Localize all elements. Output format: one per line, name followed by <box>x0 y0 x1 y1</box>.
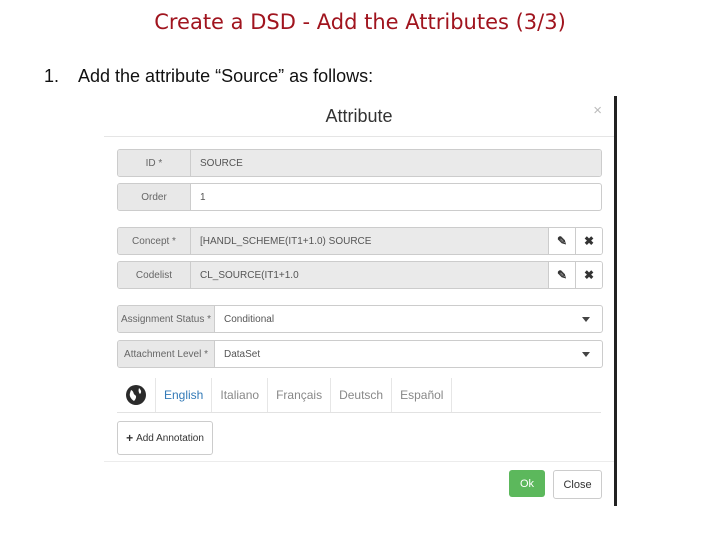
tab-francais[interactable]: Français <box>268 378 332 412</box>
pencil-icon: ✎ <box>556 234 568 248</box>
tab-italiano[interactable]: Italiano <box>212 378 269 412</box>
close-button[interactable]: Close <box>553 470 602 499</box>
tab-english[interactable]: English <box>156 378 213 412</box>
id-field-row: ID * SOURCE <box>117 149 602 177</box>
add-annotation-label: Add Annotation <box>136 432 204 444</box>
concept-input[interactable]: [HANDL_SCHEME(IT1+1.0) SOURCE <box>191 228 548 254</box>
pencil-icon: ✎ <box>556 268 568 282</box>
instruction-bullet: 1. Add the attribute “Source” as follows: <box>44 66 373 87</box>
tab-espanol[interactable]: Español <box>392 378 453 412</box>
assignment-status-row: Assignment Status * Conditional <box>117 305 603 333</box>
codelist-label: Codelist <box>118 262 191 288</box>
concept-label: Concept * <box>118 228 191 254</box>
attachment-level-row: Attachment Level * DataSet <box>117 340 603 368</box>
header-divider <box>104 136 614 137</box>
codelist-input[interactable]: CL_SOURCE(IT1+1.0 <box>191 262 548 288</box>
remove-icon: ✖ <box>583 234 595 248</box>
plus-icon: + <box>126 431 134 445</box>
id-label: ID * <box>118 150 191 176</box>
ok-button[interactable]: Ok <box>509 470 545 497</box>
assignment-status-label: Assignment Status * <box>118 306 215 332</box>
attribute-dialog: Attribute × ID * SOURCE Order 1 Concept … <box>104 96 617 506</box>
language-tabs: English Italiano Français Deutsch Españo… <box>117 378 601 413</box>
slide-title: Create a DSD - Add the Attributes (3/3) <box>154 10 566 34</box>
attachment-level-label: Attachment Level * <box>118 341 215 367</box>
order-input[interactable]: 1 <box>191 184 601 210</box>
close-icon[interactable]: × <box>593 102 602 119</box>
codelist-field-row: Codelist CL_SOURCE(IT1+1.0 ✎ ✖ <box>117 261 603 289</box>
concept-field-row: Concept * [HANDL_SCHEME(IT1+1.0) SOURCE … <box>117 227 603 255</box>
tab-deutsch[interactable]: Deutsch <box>331 378 393 412</box>
globe-icon <box>117 378 156 412</box>
footer-divider <box>104 461 614 462</box>
bullet-text: Add the attribute “Source” as follows: <box>78 66 374 86</box>
edit-concept-button[interactable]: ✎ <box>548 228 575 254</box>
add-annotation-button[interactable]: + Add Annotation <box>117 421 213 455</box>
edit-codelist-button[interactable]: ✎ <box>548 262 575 288</box>
attachment-level-select[interactable]: DataSet <box>215 341 602 367</box>
order-field-row: Order 1 <box>117 183 602 211</box>
assignment-status-select[interactable]: Conditional <box>215 306 602 332</box>
remove-concept-button[interactable]: ✖ <box>575 228 602 254</box>
remove-codelist-button[interactable]: ✖ <box>575 262 602 288</box>
bullet-number: 1. <box>44 66 60 86</box>
order-label: Order <box>118 184 191 210</box>
dialog-title: Attribute <box>325 106 393 126</box>
id-input[interactable]: SOURCE <box>191 150 601 176</box>
remove-icon: ✖ <box>583 268 595 282</box>
